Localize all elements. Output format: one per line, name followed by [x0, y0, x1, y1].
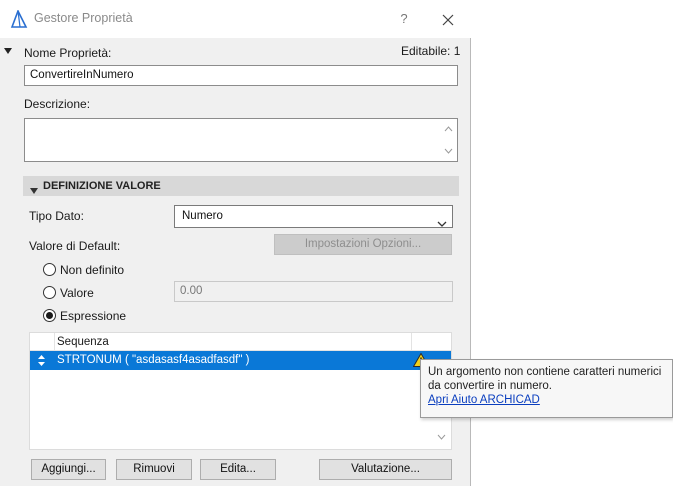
list-scroll-down-icon[interactable] — [437, 429, 446, 443]
close-icon — [442, 14, 454, 26]
section-expand-icon — [30, 183, 38, 197]
radio-value-circle — [43, 286, 56, 299]
add-button[interactable]: Aggiungi... — [31, 459, 106, 480]
archicad-logo-icon — [10, 9, 28, 28]
data-type-select[interactable]: Numero — [174, 205, 453, 228]
header-divider — [411, 333, 412, 351]
data-type-value: Numero — [182, 210, 223, 222]
error-tooltip: Un argomento non contiene caratteri nume… — [420, 359, 673, 418]
radio-value[interactable]: Valore — [43, 285, 163, 301]
radio-undefined-circle — [43, 263, 56, 276]
chevron-down-icon — [437, 214, 447, 235]
options-settings-button[interactable]: Impostazioni Opzioni... — [274, 234, 452, 255]
radio-expression-circle — [43, 309, 56, 322]
description-textarea[interactable] — [24, 118, 458, 162]
sequence-column-header[interactable]: Sequenza — [57, 336, 109, 348]
radio-undefined[interactable]: Non definito — [43, 262, 163, 278]
property-manager-dialog: Gestore Proprietà ? Nome Proprietà: Edit… — [0, 0, 471, 486]
property-name-value: ConvertireInNumero — [30, 69, 134, 81]
property-name-label: Nome Proprietà: — [24, 46, 112, 60]
default-value-label: Valore di Default: — [29, 239, 121, 253]
sequence-header-row: Sequenza — [30, 333, 451, 351]
edit-button[interactable]: Edita... — [200, 459, 276, 480]
title-bar: Gestore Proprietà ? — [0, 0, 471, 38]
header-divider — [54, 333, 55, 351]
radio-value-label: Valore — [60, 286, 94, 300]
evaluate-button[interactable]: Valutazione... — [319, 459, 452, 480]
default-value-input[interactable]: 0.00 — [174, 281, 453, 302]
window-title: Gestore Proprietà — [34, 11, 133, 25]
radio-expression-label: Espressione — [60, 309, 127, 323]
scroll-up-icon[interactable] — [444, 123, 453, 135]
section-title: DEFINIZIONE VALORE — [43, 180, 161, 192]
help-button[interactable]: ? — [386, 6, 422, 32]
editable-count-label: Editabile: 1 — [401, 44, 461, 58]
sequence-expression-text: STRTONUM ( "asdasasf4asadfasdf" ) — [57, 354, 250, 366]
default-value-field: 0.00 — [180, 285, 203, 297]
data-type-label: Tipo Dato: — [29, 209, 84, 223]
radio-expression[interactable]: Espressione — [43, 308, 163, 324]
help-link[interactable]: Apri Aiuto ARCHICAD — [428, 394, 540, 406]
remove-button[interactable]: Rimuovi — [116, 459, 192, 480]
scroll-down-icon[interactable] — [444, 145, 453, 157]
tooltip-message-line1: Un argomento non contiene caratteri nume… — [428, 366, 662, 378]
reorder-handle-icon[interactable] — [38, 355, 45, 369]
collapse-arrow-icon[interactable] — [4, 43, 12, 57]
description-label: Descrizione: — [24, 97, 91, 111]
value-definition-header[interactable]: DEFINIZIONE VALORE — [23, 176, 459, 196]
sequence-list[interactable]: Sequenza STRTONUM ( "asdasasf4asadfasdf"… — [29, 332, 452, 450]
close-button[interactable] — [430, 6, 466, 32]
tooltip-message-line2: da convertire in numero. — [428, 380, 553, 392]
radio-undefined-label: Non definito — [60, 263, 125, 277]
table-row[interactable]: STRTONUM ( "asdasasf4asadfasdf" ) — [30, 351, 451, 370]
property-name-input[interactable]: ConvertireInNumero — [24, 65, 458, 86]
